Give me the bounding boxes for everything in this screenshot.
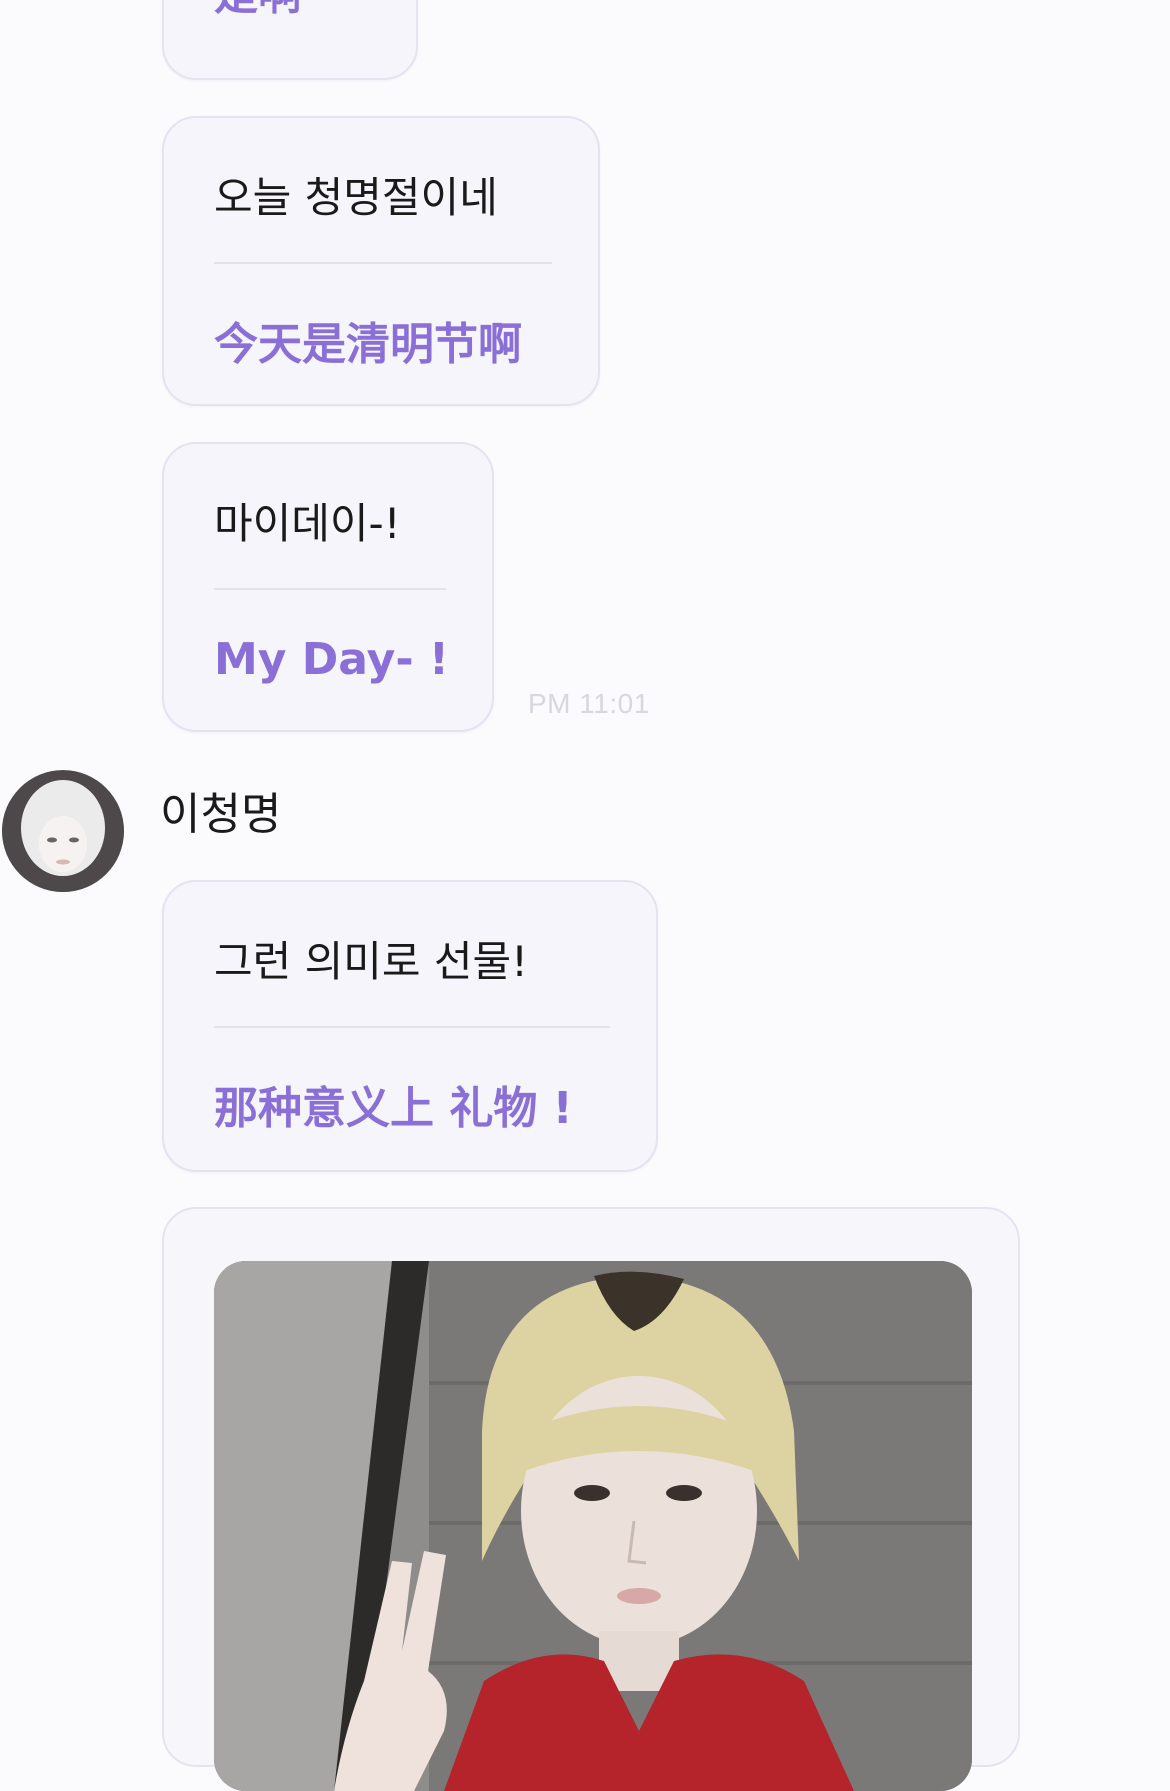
sender-name[interactable]: 이청명: [160, 778, 281, 842]
avatar-face-icon: [2, 770, 124, 892]
message-bubble-4[interactable]: 그런 의미로 선물! 那种意义上 礼物 !: [162, 880, 658, 1172]
message-original: 마이데이-!: [214, 499, 401, 548]
message-original: 그런 의미로 선물!: [214, 937, 529, 986]
chat-thread: 是啊~ 오늘 청명절이네 今天是清明节啊 마이데이-! My Day- ! PM…: [0, 0, 1170, 1791]
photo-message[interactable]: [162, 1207, 1020, 1791]
message-translation: 那种意义上 礼物 !: [214, 1083, 573, 1134]
message-divider: [214, 262, 552, 264]
shared-photo-icon[interactable]: [214, 1261, 972, 1791]
message-timestamp: PM 11:01: [528, 688, 650, 719]
message-original: 오늘 청명절이네: [214, 173, 498, 222]
message-bubble-1[interactable]: 是啊~: [162, 0, 418, 80]
message-divider: [214, 588, 446, 590]
message-bubble-3[interactable]: 마이데이-! My Day- !: [162, 442, 494, 732]
message-translation: My Day- !: [214, 634, 449, 685]
profile-avatar-icon[interactable]: [2, 770, 124, 892]
message-translation: 是啊~: [214, 0, 339, 22]
message-translation: 今天是清明节啊: [214, 319, 522, 370]
message-bubble-2[interactable]: 오늘 청명절이네 今天是清明节啊: [162, 116, 600, 406]
message-divider: [214, 1026, 610, 1028]
photo-illustration: [214, 1261, 972, 1791]
